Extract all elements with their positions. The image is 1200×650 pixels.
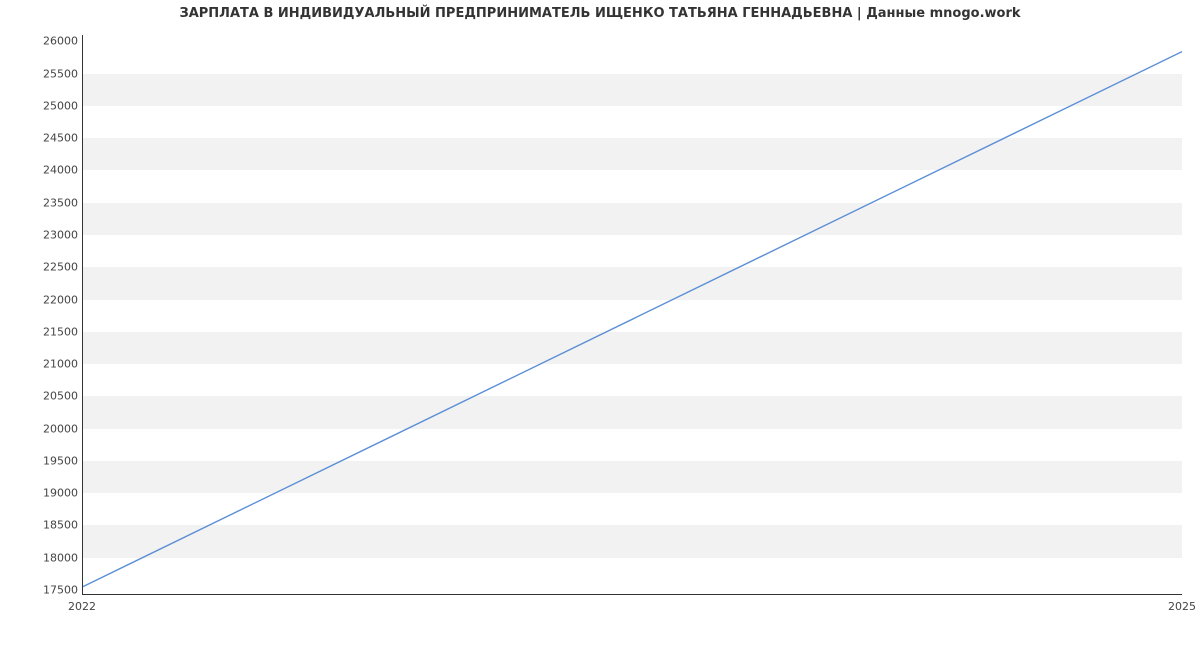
y-tick-label: 20500 bbox=[18, 390, 78, 403]
y-tick-label: 25500 bbox=[18, 67, 78, 80]
plot-area bbox=[82, 35, 1182, 595]
series-line bbox=[83, 51, 1182, 586]
y-tick-label: 17500 bbox=[18, 583, 78, 596]
y-tick-label: 18500 bbox=[18, 519, 78, 532]
y-tick-label: 23500 bbox=[18, 196, 78, 209]
x-tick-label: 2025 bbox=[1168, 600, 1196, 613]
y-tick-label: 26000 bbox=[18, 35, 78, 48]
y-tick-label: 18000 bbox=[18, 551, 78, 564]
y-tick-label: 22500 bbox=[18, 261, 78, 274]
y-tick-label: 21000 bbox=[18, 358, 78, 371]
y-tick-label: 23000 bbox=[18, 229, 78, 242]
y-tick-label: 25000 bbox=[18, 99, 78, 112]
y-tick-label: 24000 bbox=[18, 164, 78, 177]
x-tick-label: 2022 bbox=[68, 600, 96, 613]
chart-container: ЗАРПЛАТА В ИНДИВИДУАЛЬНЫЙ ПРЕДПРИНИМАТЕЛ… bbox=[0, 0, 1200, 650]
y-tick-label: 19000 bbox=[18, 487, 78, 500]
chart-title: ЗАРПЛАТА В ИНДИВИДУАЛЬНЫЙ ПРЕДПРИНИМАТЕЛ… bbox=[0, 6, 1200, 21]
y-tick-label: 24500 bbox=[18, 132, 78, 145]
y-tick-label: 20000 bbox=[18, 422, 78, 435]
y-tick-label: 21500 bbox=[18, 325, 78, 338]
y-tick-label: 22000 bbox=[18, 293, 78, 306]
line-series bbox=[83, 35, 1182, 594]
y-tick-label: 19500 bbox=[18, 454, 78, 467]
